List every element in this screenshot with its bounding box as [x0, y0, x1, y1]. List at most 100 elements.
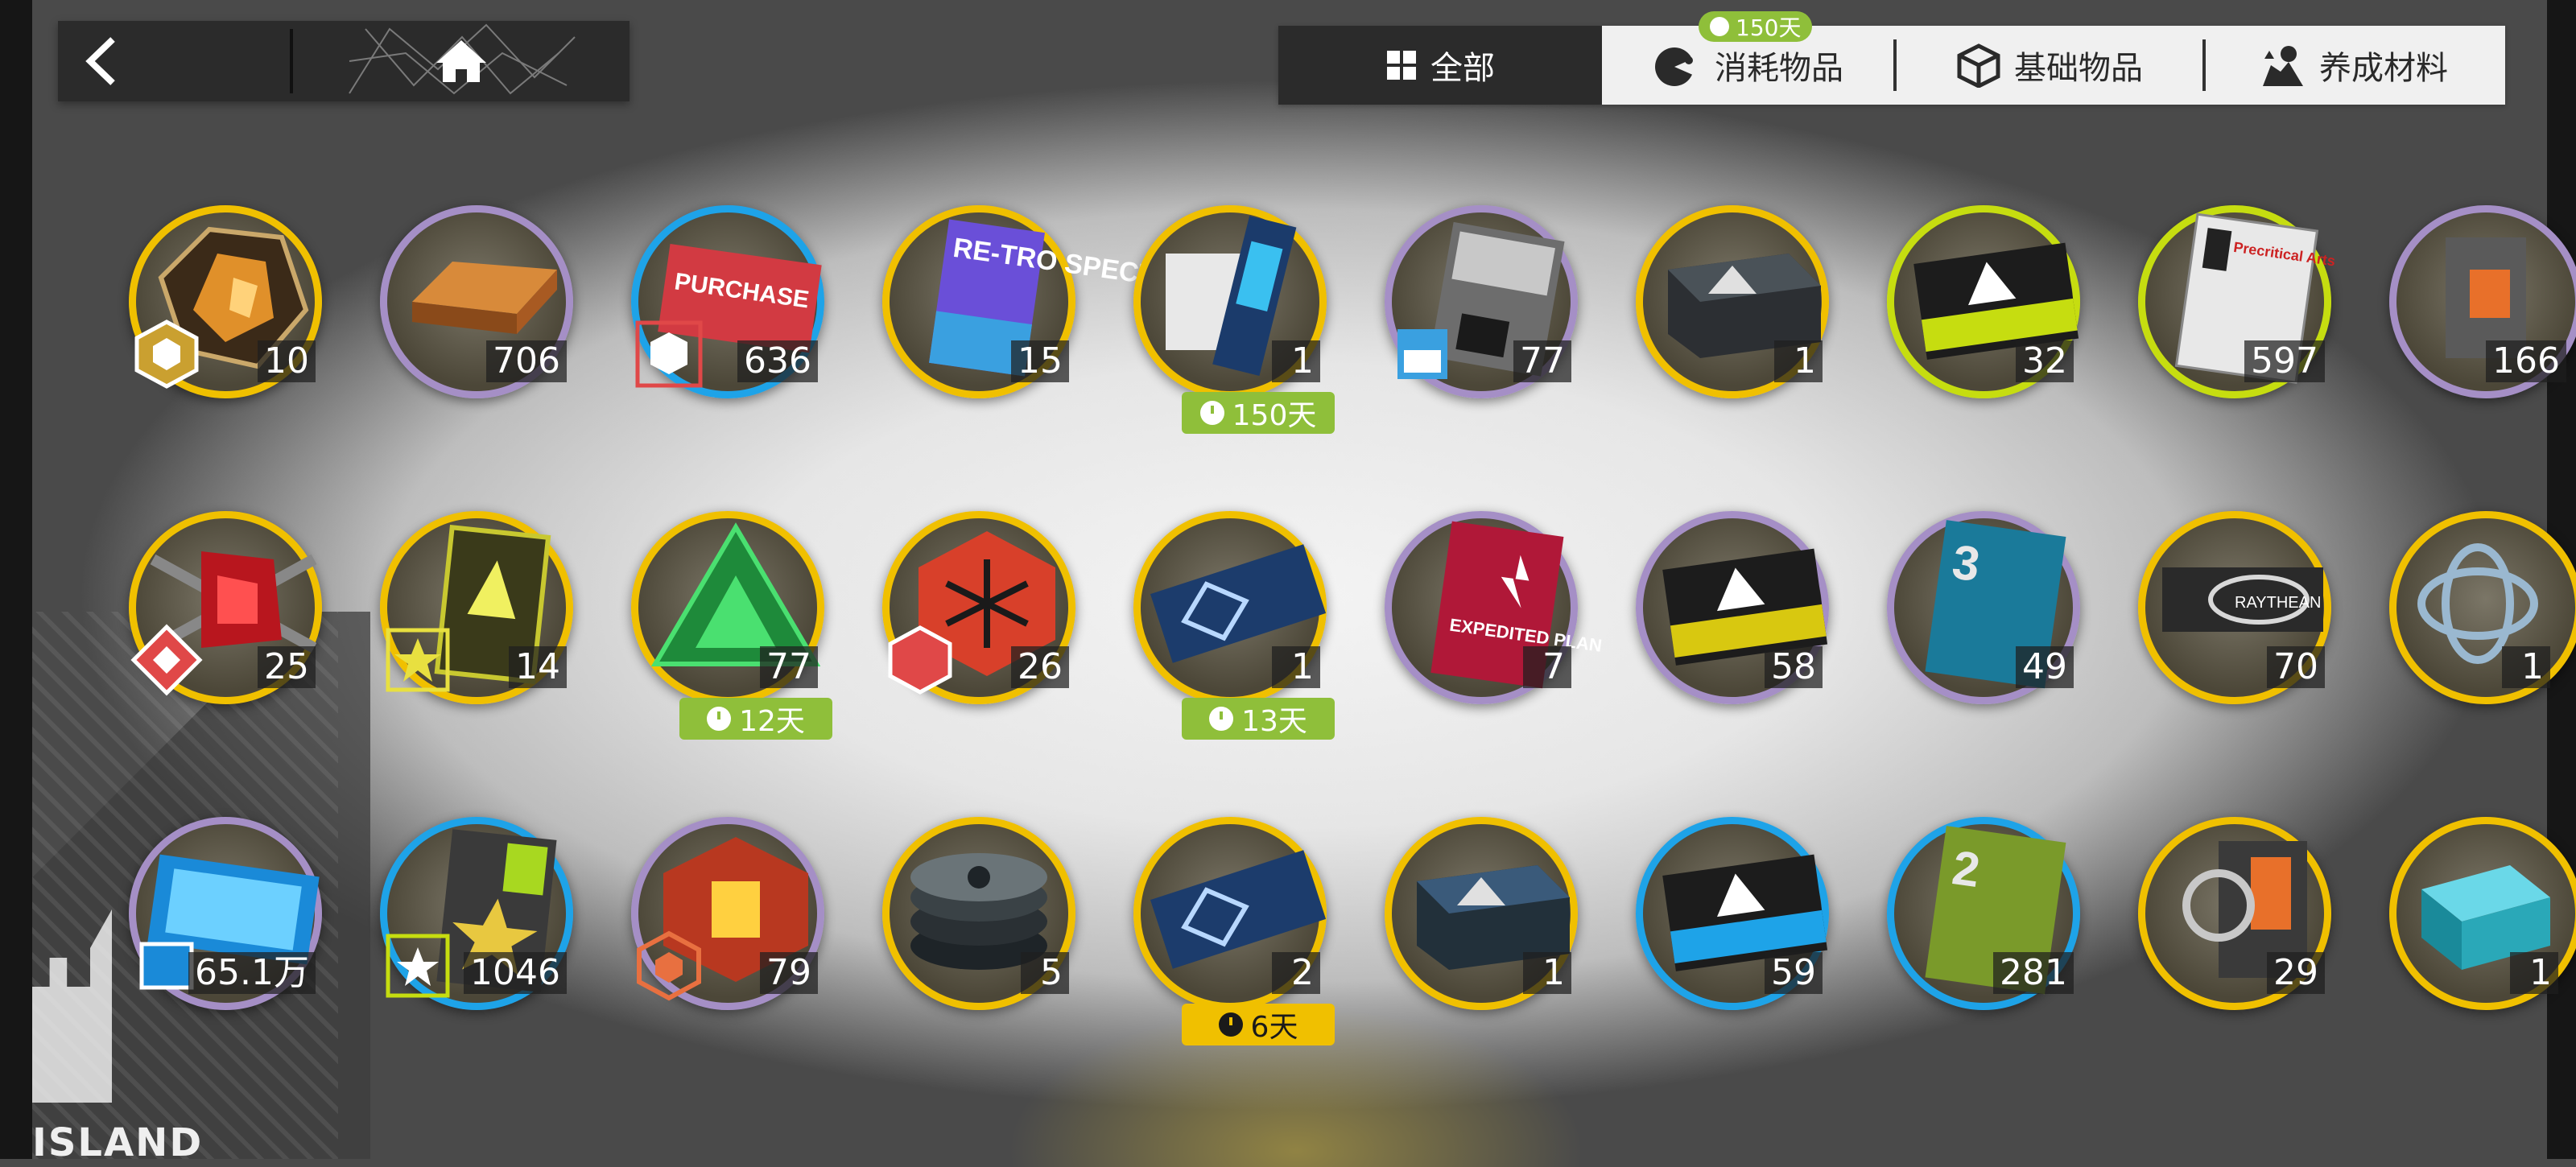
tab-label: 基础物品: [2014, 50, 2143, 87]
item-count: 1: [1523, 952, 1571, 994]
item-count: 29: [2267, 952, 2325, 994]
item-count: 65.1万: [188, 952, 316, 994]
home-button[interactable]: [293, 21, 630, 101]
svg-text:RAYTHEAN: RAYTHEAN: [2235, 594, 2321, 612]
hex-emblem-red-icon: [888, 625, 952, 695]
item-count: 79: [760, 952, 818, 994]
clock-icon: [1199, 401, 1224, 425]
item-purchase-certificate[interactable]: PURCHASE 636: [623, 197, 832, 406]
expiry-timer: 6天: [1182, 1004, 1335, 1045]
clock-icon: [1710, 17, 1729, 36]
star-emblem-icon: [386, 628, 450, 692]
clock-icon: [1218, 1012, 1243, 1037]
item-blue-exp-card[interactable]: 59: [1628, 809, 1837, 1018]
item-teal-box[interactable]: 1: [2381, 809, 2576, 1018]
item-blue-chip-card-2[interactable]: 2 6天: [1125, 809, 1335, 1045]
item-red-cross-crystal[interactable]: 25: [121, 503, 330, 712]
item-red-hex-badge[interactable]: 26: [874, 503, 1084, 712]
pouch-emblem-icon: [1397, 329, 1447, 379]
timer-text: 6天: [1250, 1011, 1298, 1044]
item-count: 5: [1021, 952, 1069, 994]
item-count: 1: [1774, 340, 1823, 382]
tab-all[interactable]: 全部: [1278, 26, 1602, 105]
left-frame-edge: [0, 0, 32, 1159]
expiry-timer: 12天: [679, 698, 832, 740]
back-button[interactable]: [58, 21, 290, 101]
timer-text: 13天: [1241, 705, 1307, 738]
item-count: 7: [1523, 646, 1571, 688]
item-count: 10: [258, 340, 316, 382]
item-count: 597: [2244, 340, 2325, 382]
item-count: 1046: [464, 952, 567, 994]
diamond-emblem-icon: [130, 624, 203, 696]
item-count: 706: [486, 340, 567, 382]
item-film-reels[interactable]: 5: [874, 809, 1084, 1018]
item-skill-summary-3[interactable]: 3 49: [1879, 503, 2088, 712]
item-count: 281: [1993, 952, 2074, 994]
item-count: 25: [258, 646, 316, 688]
item-count: 77: [760, 646, 818, 688]
item-count: 636: [737, 340, 818, 382]
tab-label: 全部: [1430, 50, 1495, 87]
item-orange-device[interactable]: 166: [2381, 197, 2576, 406]
item-raythean-module[interactable]: RAYTHEAN 70: [2130, 503, 2339, 712]
item-lime-exp-card[interactable]: 32: [1879, 197, 2088, 406]
cube-emblem-icon: [635, 320, 703, 388]
item-count: 32: [2016, 340, 2074, 382]
item-blue-chip-card[interactable]: 1 13天: [1125, 503, 1335, 740]
grid-icon: [1387, 51, 1416, 80]
item-expedited-plan[interactable]: EXPEDITED PLAN 7: [1377, 503, 1604, 712]
expiry-timer: 13天: [1182, 698, 1335, 740]
item-skill-summary-2[interactable]: 2 281: [1879, 809, 2088, 1018]
timer-text: 12天: [739, 705, 805, 738]
item-model-pouch[interactable]: 77: [1377, 197, 1586, 406]
top-navigation: [58, 21, 630, 101]
tab-growth-materials[interactable]: 养成材料: [2206, 26, 2502, 105]
item-gold-bar[interactable]: 706: [372, 197, 581, 406]
item-count: 15: [1011, 340, 1069, 382]
item-yellow-exp-card[interactable]: 58: [1628, 503, 1837, 712]
item-count: 1: [1272, 646, 1320, 688]
item-reset-chip[interactable]: 1 150天: [1125, 197, 1335, 434]
expiry-timer: 150天: [1182, 392, 1335, 434]
item-count: 49: [2016, 646, 2074, 688]
cube-icon: [1957, 43, 2000, 88]
item-count: 26: [1011, 646, 1069, 688]
item-implement-device[interactable]: 29: [2130, 809, 2339, 1018]
star-emblem-icon: [386, 934, 450, 998]
tab-label: 养成材料: [2319, 50, 2448, 87]
item-count: 2: [1272, 952, 1320, 994]
item-blue-ticket[interactable]: 65.1万: [121, 809, 330, 1018]
silver-coil-icon: [2413, 527, 2574, 680]
item-count: 70: [2267, 646, 2325, 688]
item-count: 14: [509, 646, 567, 688]
growth-icon: [2263, 46, 2303, 86]
item-orange-cube-core[interactable]: 79: [623, 809, 832, 1018]
clock-icon: [1209, 707, 1234, 731]
clock-icon: [707, 707, 732, 731]
home-icon: [436, 40, 486, 82]
item-black-supply-box[interactable]: 1: [1628, 197, 1837, 406]
item-count: 1: [1272, 340, 1320, 382]
item-supply-box-dark[interactable]: 1: [1377, 809, 1586, 1018]
item-count: 1: [2510, 952, 2558, 994]
item-green-triangle-badge[interactable]: 77 12天: [623, 503, 832, 740]
item-originium-prime[interactable]: 10: [121, 197, 330, 406]
tab-basic-items[interactable]: 基础物品: [1897, 26, 2202, 105]
item-skill-summary-1[interactable]: Precritical Arts 597: [2130, 197, 2339, 406]
item-count: 166: [2486, 340, 2566, 382]
item-yellow-token[interactable]: 14: [372, 503, 581, 712]
item-retrospection-card[interactable]: RE-TRO SPECTION 15: [874, 197, 1205, 406]
item-count: 77: [1513, 340, 1571, 382]
item-count: 59: [1765, 952, 1823, 994]
hex-emblem-orange-icon: [637, 930, 701, 1001]
hex-emblem-icon: [134, 320, 199, 389]
item-star-voucher[interactable]: 1046: [372, 809, 581, 1018]
category-tab-bar: 全部 消耗物品 基础物品 养成材料: [1278, 26, 2505, 105]
item-count: 58: [1765, 646, 1823, 688]
chevron-left-icon: [85, 37, 115, 85]
item-count: 1: [2502, 646, 2550, 688]
timer-text: 150天: [1232, 399, 1317, 432]
tab-label: 消耗物品: [1715, 50, 1843, 87]
item-silver-coil[interactable]: 1: [2381, 503, 2576, 712]
